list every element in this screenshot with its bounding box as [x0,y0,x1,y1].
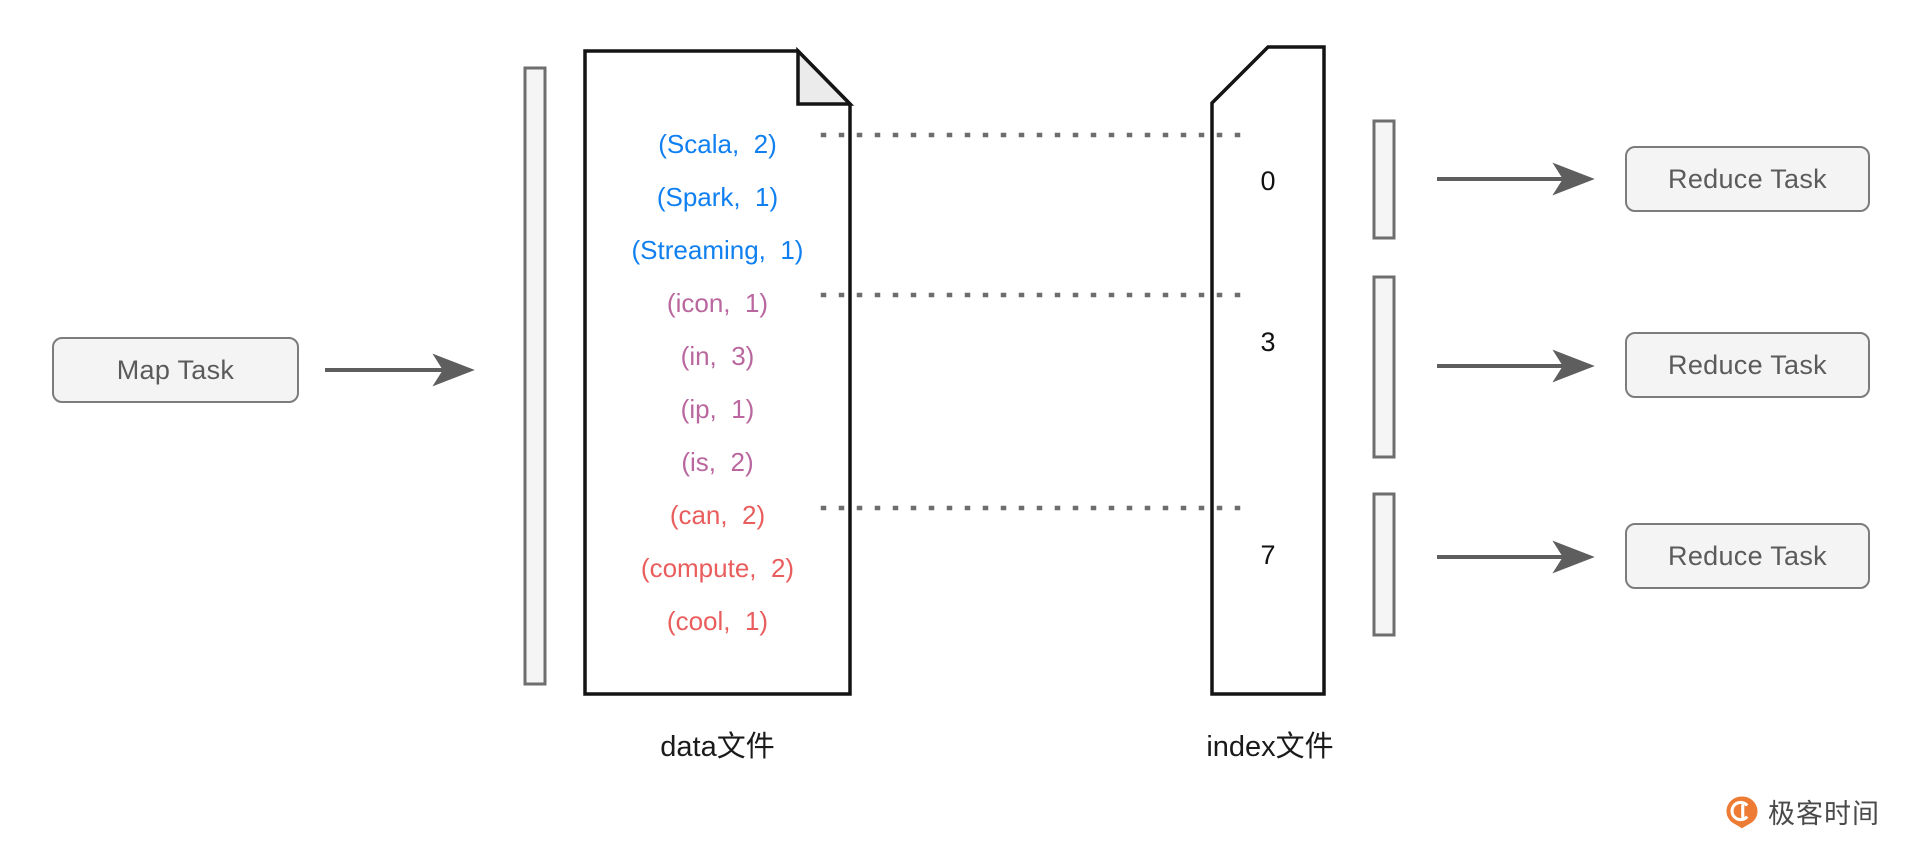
right-brackets [1372,119,1396,637]
index-offset-value: 7 [1260,540,1276,570]
data-file: (Scala, 2) (Spark, 1) (Streaming, 1) (icon,… [585,51,850,694]
data-file-row: (ip, 1) [680,394,755,424]
right-bracket-3 [1372,492,1396,637]
reduce-task-label: Reduce Task [1668,540,1827,571]
data-file-row: (in, 3) [680,341,755,371]
data-file-caption: data文件 [660,731,775,763]
diagram-canvas: Map Task (Scala, 2) (Spark, 1) (Streaming,… [0,0,1920,862]
brand-logo: 极客时间 [1725,792,1880,831]
index-offset-value: 0 [1260,166,1276,196]
index-file-values: 0 3 7 [1212,47,1324,694]
geektime-logo-icon [1725,795,1759,829]
reduce-task-label: Reduce Task [1668,349,1827,380]
data-file-row: (can, 2) [669,500,766,530]
diagram-vector-layer [325,45,1595,696]
brand-name: 极客时间 [1768,799,1880,829]
left-bracket [523,66,547,686]
index-file: 0 3 7 [1212,47,1324,694]
reduce-task-box-2[interactable]: Reduce Task [1625,332,1870,398]
index-offset-value: 3 [1260,327,1276,357]
reduce-task-box-3[interactable]: Reduce Task [1625,523,1870,589]
index-file-caption: index文件 [1206,731,1334,763]
data-file-row: (cool, 1) [666,606,769,636]
right-bracket-2 [1372,275,1396,459]
map-task-box[interactable]: Map Task [52,337,299,403]
right-bracket-1 [1372,119,1396,240]
map-task-label: Map Task [116,354,235,385]
data-file-row: (Scala, 2) [658,129,777,159]
data-file-row: (Streaming, 1) [631,235,804,265]
data-file-row: (is, 2) [681,447,754,477]
data-file-row: (icon, 1) [666,288,769,318]
reduce-task-box-1[interactable]: Reduce Task [1625,146,1870,212]
data-file-rows: (Scala, 2) (Spark, 1) (Streaming, 1) (icon,… [585,51,850,648]
data-file-row: (Spark, 1) [656,182,779,212]
dotted-connectors [820,132,1253,511]
reduce-task-label: Reduce Task [1668,163,1827,194]
data-file-row: (compute, 2) [640,553,795,583]
